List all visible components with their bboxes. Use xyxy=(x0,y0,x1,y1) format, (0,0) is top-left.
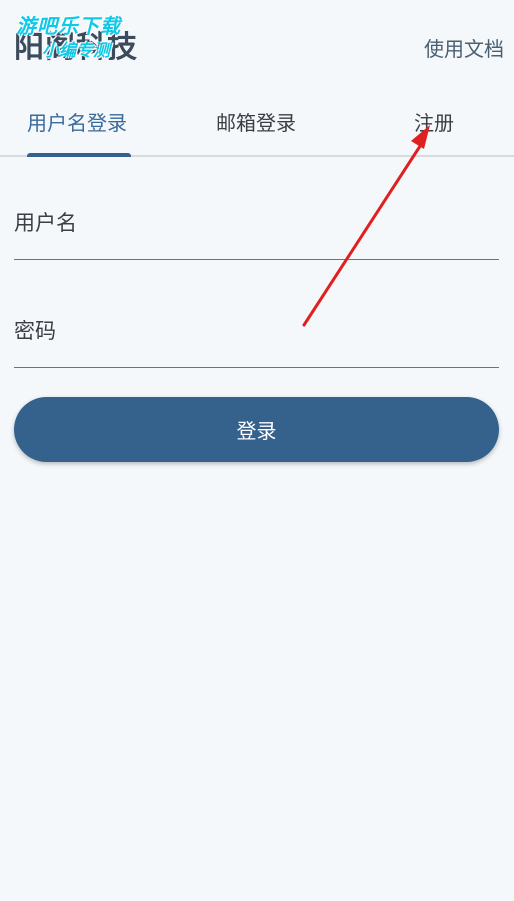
username-input[interactable] xyxy=(14,200,499,259)
docs-link[interactable]: 使用文档 xyxy=(424,33,504,62)
login-button[interactable]: 登录 xyxy=(14,397,499,462)
password-field[interactable] xyxy=(14,308,499,368)
watermark-text-secondary: 小编专测 xyxy=(42,41,110,61)
login-page: 阳阁科技 游吧乐下载 小编专测 使用文档 用户名登录 邮箱登录 注册 登录 xyxy=(0,0,514,901)
tab-register[interactable]: 注册 xyxy=(414,107,454,136)
tab-email-login[interactable]: 邮箱登录 xyxy=(216,107,296,136)
watermark: 游吧乐下载 小编专测 xyxy=(16,10,156,70)
watermark-text-primary: 游吧乐下载 xyxy=(16,14,121,38)
password-input[interactable] xyxy=(14,308,499,367)
login-tabs: 用户名登录 邮箱登录 注册 xyxy=(0,92,514,157)
tab-username-login[interactable]: 用户名登录 xyxy=(27,107,127,136)
username-field[interactable] xyxy=(14,200,499,260)
active-tab-indicator xyxy=(27,153,131,157)
header: 阳阁科技 游吧乐下载 小编专测 使用文档 xyxy=(0,0,514,90)
